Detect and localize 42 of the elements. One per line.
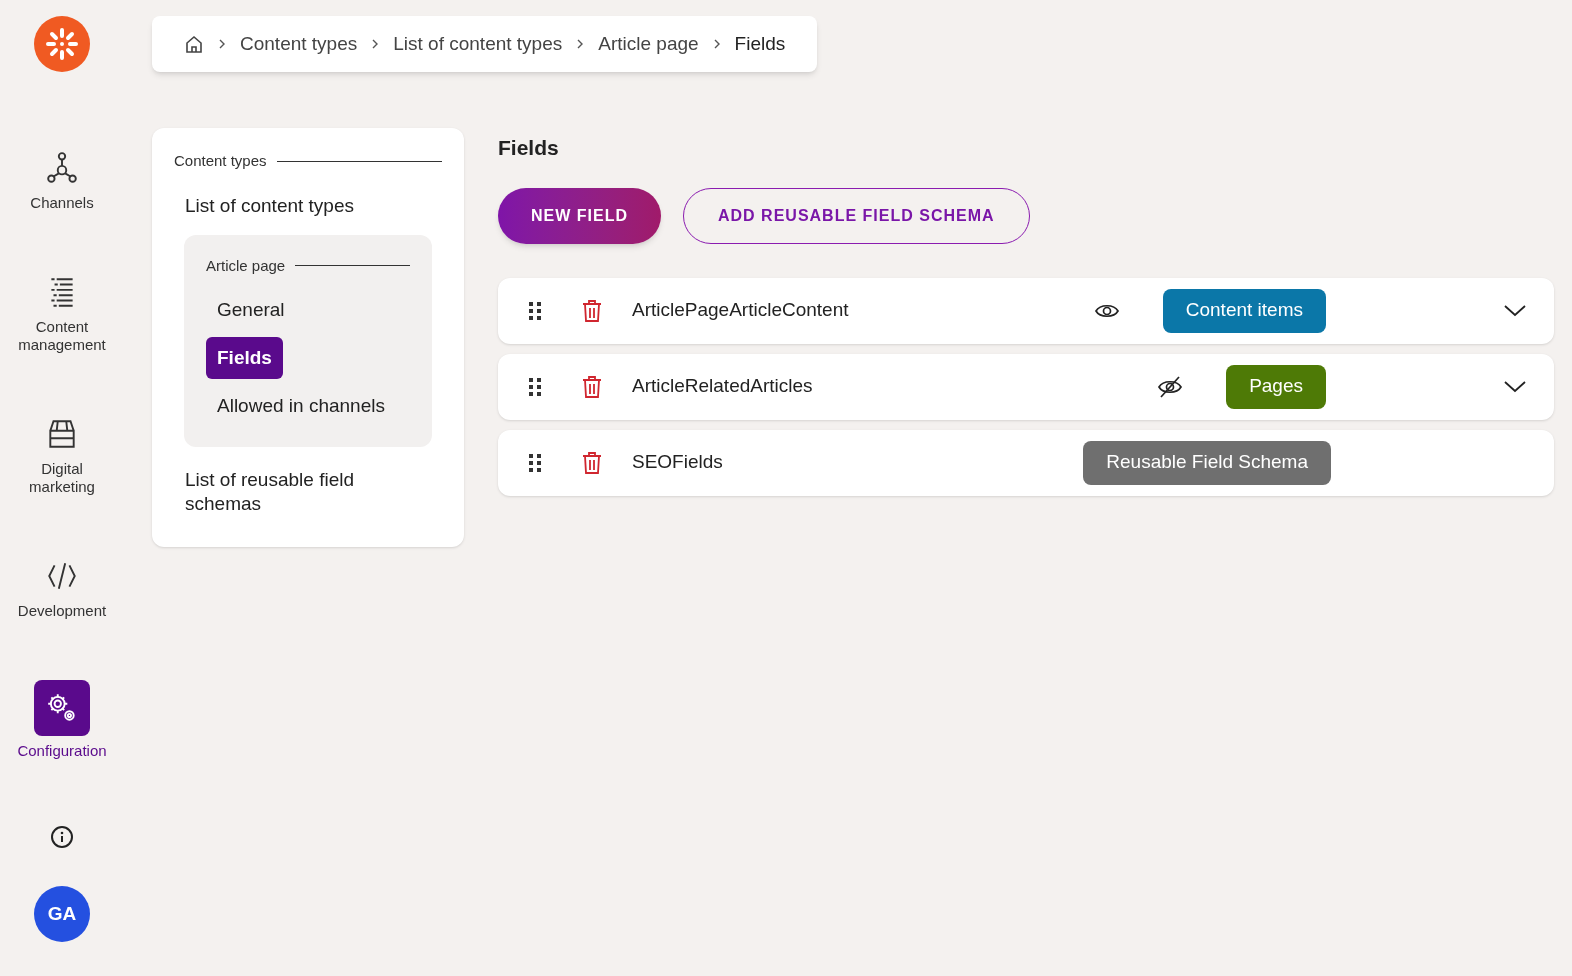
chevron-down-icon[interactable] xyxy=(1504,380,1526,393)
page-title: Fields xyxy=(498,135,560,161)
chevron-icon xyxy=(371,39,380,49)
breadcrumb-link[interactable]: List of content types xyxy=(393,29,563,59)
chevron-icon xyxy=(218,39,226,49)
home-icon[interactable] xyxy=(184,34,204,54)
delete-icon[interactable] xyxy=(582,298,602,323)
menu-item[interactable]: List of reusable field schemas xyxy=(174,459,424,525)
info-icon[interactable] xyxy=(51,826,73,848)
field-name: ArticlePageArticleContent xyxy=(632,298,849,323)
nav-item[interactable]: Development xyxy=(7,556,117,620)
nav-item[interactable]: Content management xyxy=(7,272,117,354)
menu-item[interactable]: Allowed in channels xyxy=(206,385,396,427)
section-heading: Article page xyxy=(206,255,286,276)
drag-handle-icon[interactable] xyxy=(528,300,542,321)
network-icon xyxy=(45,151,79,185)
user-avatar[interactable]: GA xyxy=(34,886,90,942)
drag-handle-icon[interactable] xyxy=(528,376,542,397)
chevron-icon xyxy=(712,39,721,49)
logo-icon[interactable] xyxy=(34,16,90,72)
breadcrumb-link[interactable]: Content types xyxy=(240,29,358,59)
menu-item[interactable]: Fields xyxy=(206,337,283,379)
type-badge: Pages xyxy=(1226,364,1326,409)
breadcrumb-link[interactable]: Article page xyxy=(598,29,699,59)
delete-icon[interactable] xyxy=(582,450,602,475)
menu-item[interactable]: List of content types xyxy=(174,184,424,227)
eye-slash-icon[interactable] xyxy=(1158,375,1183,398)
type-badge: Content items xyxy=(1162,288,1326,333)
section-heading: Content types xyxy=(174,151,267,171)
delete-icon[interactable] xyxy=(582,374,602,399)
menu-item[interactable]: General xyxy=(206,289,296,331)
chevron-icon xyxy=(576,39,585,49)
breadcrumb-link[interactable]: Fields xyxy=(734,29,786,59)
type-badge: Reusable Field Schema xyxy=(1083,440,1331,485)
chevron-down-icon[interactable] xyxy=(1504,304,1526,317)
nav-item[interactable]: Channels xyxy=(7,148,117,212)
nav-item[interactable]: Configuration xyxy=(7,680,117,760)
field-name: SEOFields xyxy=(632,450,723,475)
field-name: ArticleRelatedArticles xyxy=(632,374,813,399)
drag-handle-icon[interactable] xyxy=(528,452,542,473)
nav-item[interactable]: Digital marketing xyxy=(7,414,117,496)
new-field-button[interactable]: NEW FIELD xyxy=(498,187,661,244)
